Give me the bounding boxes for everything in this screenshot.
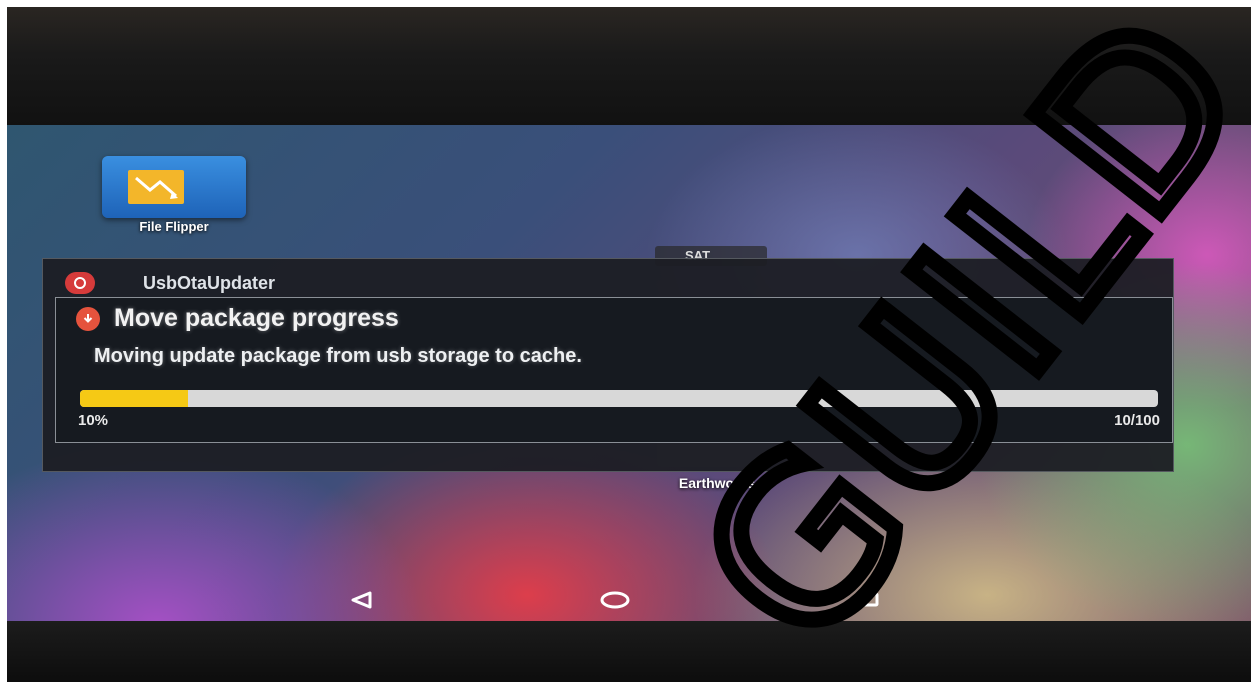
recents-square-icon: [859, 592, 879, 607]
app-label[interactable]: File Flipper: [102, 219, 246, 234]
back-button[interactable]: [341, 585, 381, 615]
device-bezel: SAT File Flipper Earthworks UsbOtaUpdate…: [7, 7, 1251, 682]
download-alert-icon: [76, 306, 100, 331]
swap-arrows-icon: [135, 176, 178, 199]
dialog-title-bar: Move package progress: [76, 304, 399, 333]
dialog-message: Moving update package from usb storage t…: [94, 345, 582, 367]
outer-title-bar: UsbOtaUpdater: [65, 271, 275, 295]
progress-dialog: Move package progress Moving update pack…: [55, 297, 1173, 443]
earthworks-label[interactable]: Earthworks: [647, 475, 787, 491]
dialog-title: Move package progress: [114, 304, 399, 332]
progress-count: 10/100: [1114, 412, 1160, 429]
progress-percent: 10%: [78, 412, 109, 429]
refresh-icon: [65, 272, 95, 294]
usbotaupdater-window: UsbOtaUpdater Move package progress Movi…: [42, 258, 1174, 472]
back-triangle-icon: [351, 591, 372, 609]
bezel-top: [7, 7, 1251, 125]
home-button[interactable]: [595, 585, 635, 615]
outer-title: UsbOtaUpdater: [143, 272, 276, 293]
navigation-bar: [7, 579, 1251, 621]
bezel-bottom: [7, 621, 1251, 682]
android-screen: SAT File Flipper Earthworks UsbOtaUpdate…: [7, 125, 1251, 621]
progress-bar-fill: [80, 390, 188, 407]
recents-button[interactable]: [849, 585, 889, 615]
progress-bar: [80, 390, 1158, 407]
home-circle-icon: [600, 591, 630, 609]
file-flipper-app-icon[interactable]: [102, 156, 246, 218]
